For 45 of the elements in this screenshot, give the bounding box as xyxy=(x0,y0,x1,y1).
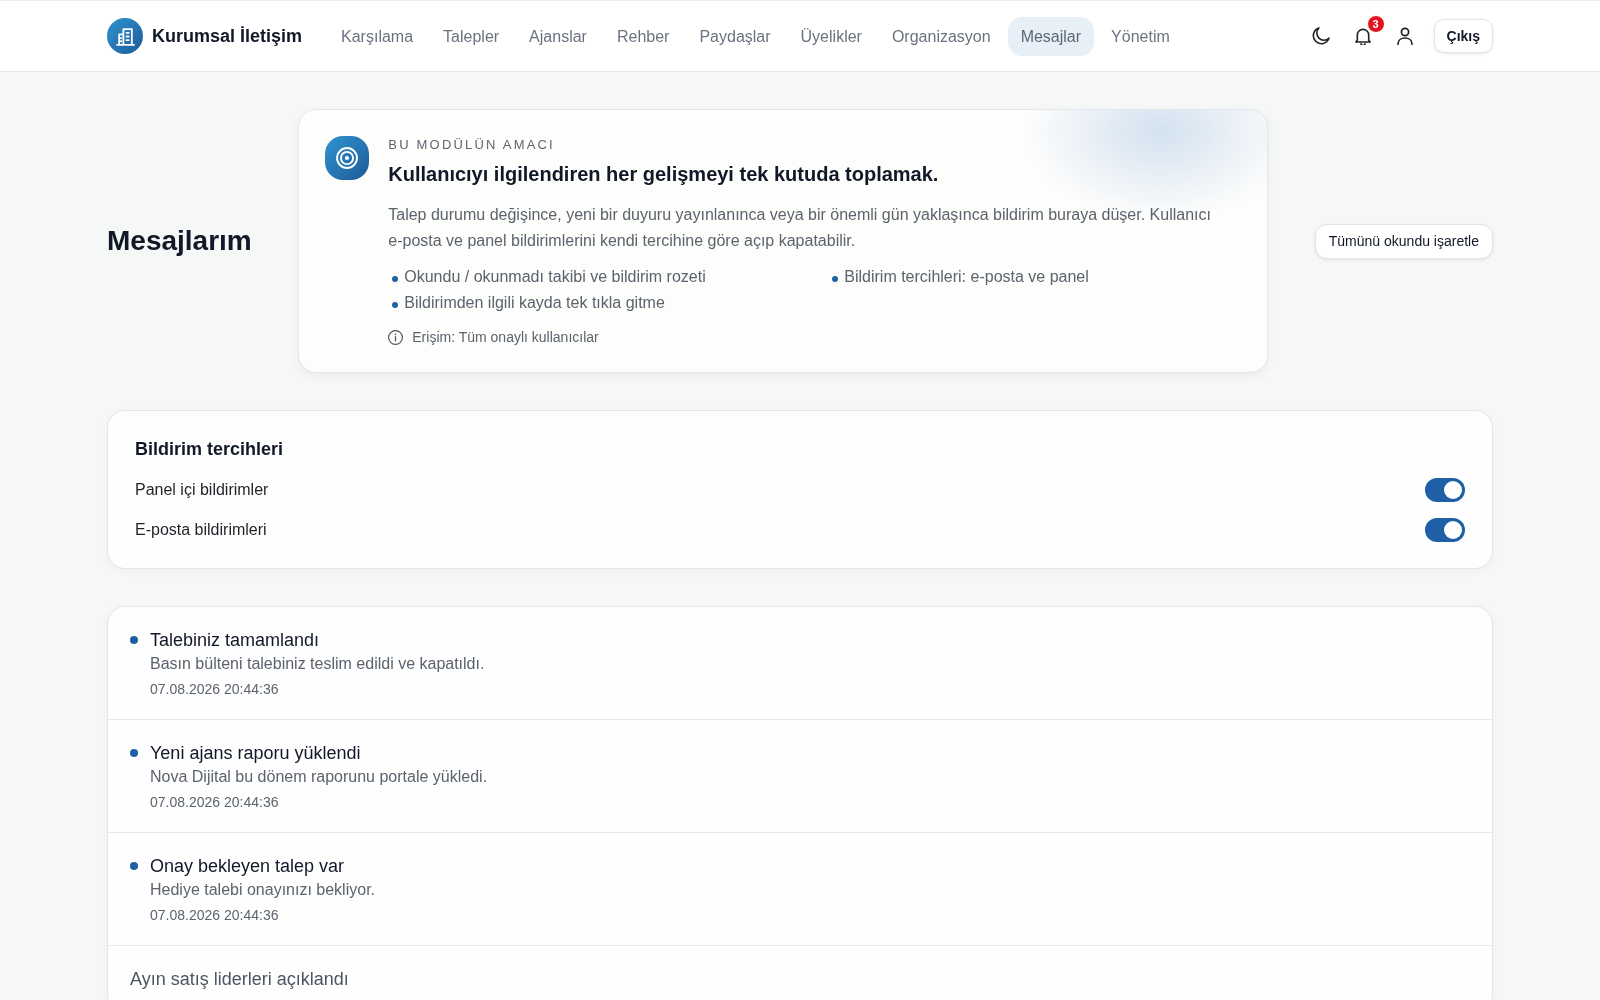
notification-title[interactable]: Ayın satış liderleri açıklandı xyxy=(130,967,349,991)
notification-title[interactable]: Onay bekleyen talep var xyxy=(150,854,375,878)
nav-link[interactable]: Rehber xyxy=(603,16,683,56)
page-title: Mesajlarım xyxy=(107,225,252,257)
moon-icon[interactable] xyxy=(1311,27,1330,45)
logout-button[interactable]: Çıkış xyxy=(1433,19,1493,53)
notification-message: Basın bülteni talebiniz teslim edildi ve kapatıldı. xyxy=(150,654,485,674)
bullet-dot-icon xyxy=(392,275,399,282)
mark-all-read-button[interactable]: Tümünü okundu işaretle xyxy=(1314,223,1493,259)
access-note: Erişim: Tüm onaylı kullanıcılar xyxy=(412,328,599,347)
bell-icon[interactable] xyxy=(1353,27,1372,45)
notification-title[interactable]: Talebiniz tamamlandı xyxy=(150,628,485,652)
feature-text: Bildirim tercihleri: e-posta ve panel xyxy=(844,267,1089,287)
purpose-heading: Kullanıcıyı ilgilendiren her gelişmeyi tek kutuda toplamak. xyxy=(388,162,940,187)
nav-link[interactable]: Üyelikler xyxy=(787,16,875,56)
toggle-switch[interactable] xyxy=(1425,478,1465,502)
purpose-description: Talep durumu değişince, yeni bir duyuru yayınlanınca veya bir önemli gün yaklaşınca bildirim buraya düşer. Kullanıcı e-posta ve panel bildirimlerini kendi tercihine göre açıp kapatabilir. xyxy=(388,205,1212,251)
preference-label: E-posta bildirimleri xyxy=(135,521,267,539)
notification-message: Nova Dijital bu dönem raporunu portale yükledi. xyxy=(150,767,488,787)
feature-text: Okundu / okunmadı takibi ve bildirim rozeti xyxy=(404,267,706,287)
nav-link[interactable]: Yönetim xyxy=(1098,16,1183,56)
nav-link[interactable]: Karşılama xyxy=(328,16,427,56)
preference-label: Panel içi bildirimler xyxy=(135,481,269,499)
target-icon xyxy=(325,136,370,180)
nav-link[interactable]: Organizasyon xyxy=(878,16,1004,56)
notification-time: 07.08.2026 20:44:36 xyxy=(150,906,280,925)
nav-link[interactable]: Paydaşlar xyxy=(686,16,784,56)
user-icon[interactable] xyxy=(1395,27,1414,45)
brand-name[interactable]: Kurumsal İletişim xyxy=(152,25,303,47)
toggle-switch[interactable] xyxy=(1425,518,1465,542)
eyebrow-label: BU MODÜLÜN AMACI xyxy=(388,136,556,154)
notification-time: 07.08.2026 20:44:36 xyxy=(150,793,280,812)
notification-badge: 3 xyxy=(1366,15,1385,33)
notification-message: Hediye talebi onayınızı bekliyor. xyxy=(150,880,375,900)
bullet-dot-icon xyxy=(392,301,399,308)
nav-link[interactable]: Mesajlar xyxy=(1007,16,1095,56)
nav-link[interactable]: Ajanslar xyxy=(516,16,600,56)
notification-title[interactable]: Yeni ajans raporu yüklendi xyxy=(150,741,488,765)
nav-link[interactable]: Talepler xyxy=(430,16,513,56)
building-logo-icon xyxy=(107,18,143,54)
notification-time: 07.08.2026 20:44:36 xyxy=(150,680,280,699)
preferences-title: Bildirim tercihleri xyxy=(135,438,285,461)
bullet-dot-icon xyxy=(832,275,839,282)
feature-text: Bildirimden ilgili kayda tek tıkla gitme xyxy=(404,293,665,313)
info-icon xyxy=(388,329,404,345)
